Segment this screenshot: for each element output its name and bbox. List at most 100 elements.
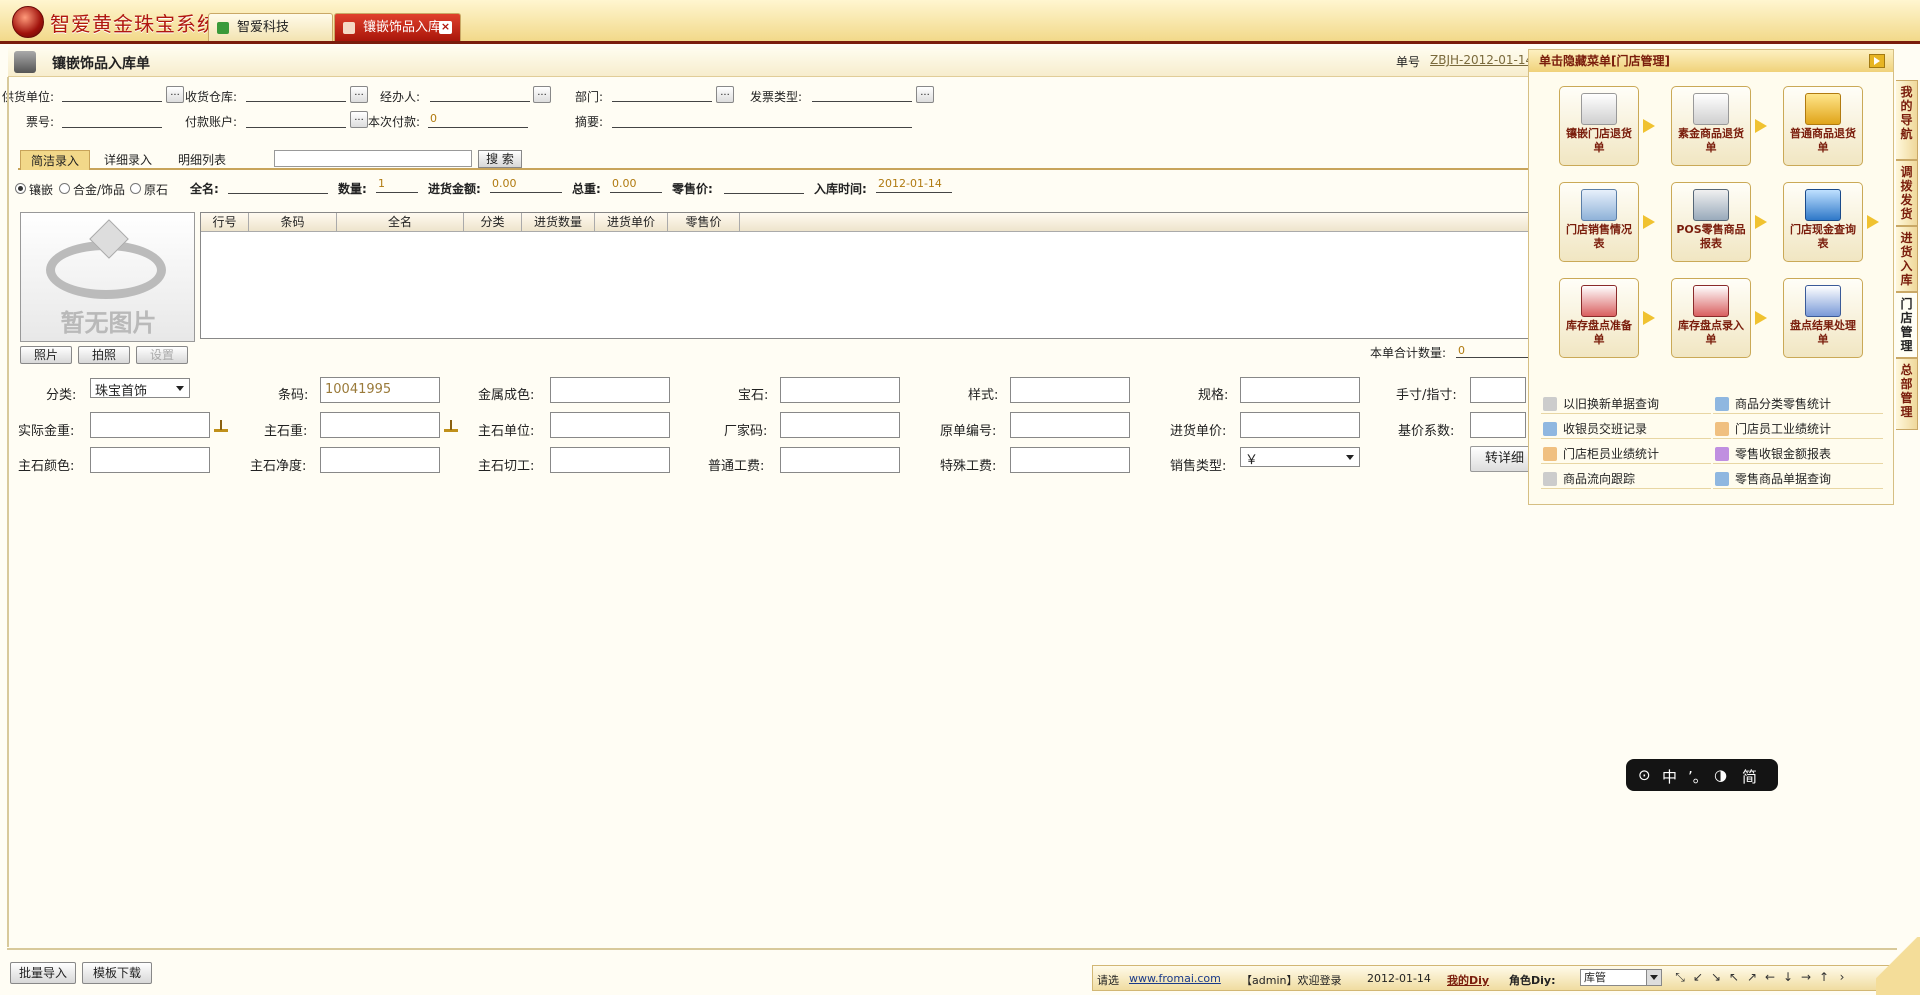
pay-account-browse-button[interactable]: ... (350, 111, 368, 128)
scale-icon[interactable] (444, 420, 458, 432)
link-counter-staff-performance[interactable]: 门店柜员业绩统计 (1541, 444, 1711, 464)
link-retail-doc-query[interactable]: 零售商品单据查询 (1713, 469, 1883, 489)
handler-browse-button[interactable]: ... (533, 86, 551, 103)
pay-now-input[interactable]: 0 (428, 112, 528, 128)
tab-detail-entry[interactable]: 详细录入 (94, 150, 162, 170)
sale-type-select[interactable]: ￥ (1240, 447, 1360, 468)
style-input[interactable] (1010, 377, 1130, 403)
gem-input[interactable] (780, 377, 900, 403)
link-store-staff-performance[interactable]: 门店员工业绩统计 (1713, 419, 1883, 439)
retail-input[interactable] (724, 178, 804, 194)
department-browse-button[interactable]: ... (716, 86, 734, 103)
my-diy-link[interactable]: 我的Diy (1447, 972, 1489, 988)
photo-button[interactable]: 照片 (20, 346, 72, 364)
normal-fee-input[interactable] (780, 447, 900, 473)
col-category[interactable]: 分类 (464, 213, 522, 232)
side-tab-stock-in[interactable]: 进货入库 (1896, 226, 1918, 292)
search-button[interactable]: 搜 索 (478, 150, 522, 168)
base-coeff-input[interactable] (1470, 412, 1526, 438)
department-input[interactable] (612, 86, 712, 102)
arrow-left-icon[interactable]: ← (1761, 968, 1779, 986)
arrow-down-left-icon[interactable]: ↙ (1689, 968, 1707, 986)
settings-button[interactable]: 设置 (136, 346, 188, 364)
radio-alloy[interactable] (59, 183, 70, 194)
barcode-input[interactable]: 10041995 (320, 377, 440, 403)
side-tab-hq-management[interactable]: 总部管理 (1896, 358, 1918, 430)
search-input[interactable] (274, 150, 472, 167)
ticket-no-input[interactable] (62, 112, 162, 128)
fullname-input[interactable] (228, 178, 328, 194)
summary-input[interactable] (612, 112, 912, 128)
main-stone-clarity-input[interactable] (320, 447, 440, 473)
main-stone-weight-input[interactable] (320, 412, 440, 438)
tile-store-sales-report[interactable]: 门店销售情况表 (1559, 182, 1639, 262)
radio-inlay[interactable] (15, 183, 26, 194)
pay-account-input[interactable] (246, 112, 346, 128)
link-goods-flow-tracking[interactable]: 商品流向跟踪 (1541, 469, 1711, 489)
side-tab-store-management[interactable]: 门店管理 (1896, 292, 1918, 358)
close-icon[interactable]: × (439, 21, 452, 34)
stock-time-input[interactable]: 2012-01-14 (876, 177, 952, 193)
actual-gold-input[interactable] (90, 412, 210, 438)
special-fee-input[interactable] (1010, 447, 1130, 473)
tile-normal-goods-return[interactable]: 普通商品退货单 (1783, 86, 1863, 166)
handler-input[interactable] (430, 86, 530, 102)
arrow-up-icon[interactable]: ↑ (1815, 968, 1833, 986)
next-icon[interactable]: › (1833, 968, 1851, 986)
supplier-browse-button[interactable]: ... (166, 86, 184, 103)
tile-pos-retail-report[interactable]: POS零售商品报表 (1671, 182, 1751, 262)
ime-halfwidth-icon[interactable]: ◑ (1714, 766, 1727, 784)
tile-plain-gold-return[interactable]: 素金商品退货单 (1671, 86, 1751, 166)
ime-chinese-label[interactable]: 中 (1662, 766, 1677, 787)
warehouse-input[interactable] (246, 86, 346, 102)
main-stone-unit-input[interactable] (550, 412, 670, 438)
scale-icon[interactable] (214, 420, 228, 432)
spec-input[interactable] (1240, 377, 1360, 403)
tile-store-cash-query[interactable]: 门店现金查询表 (1783, 182, 1863, 262)
website-link[interactable]: www.fromai.com (1129, 972, 1221, 985)
tile-inventory-result[interactable]: 盘点结果处理单 (1783, 278, 1863, 358)
batch-import-button[interactable]: 批量导入 (10, 962, 76, 984)
radio-rough-stone[interactable] (130, 183, 141, 194)
link-category-retail-stats[interactable]: 商品分类零售统计 (1713, 394, 1883, 414)
play-icon[interactable] (1869, 54, 1885, 68)
arrow-down-icon[interactable]: ↓ (1779, 968, 1797, 986)
tab-zhiai-tech[interactable]: 智爱科技 (208, 13, 333, 41)
tab-detail-list[interactable]: 明细列表 (168, 150, 236, 170)
amount-input[interactable]: 0.00 (490, 177, 562, 193)
template-download-button[interactable]: 模板下载 (82, 962, 152, 984)
col-purchase-qty[interactable]: 进货数量 (522, 213, 595, 232)
role-select[interactable]: 库管 (1580, 969, 1662, 986)
invoice-type-browse-button[interactable]: ... (916, 86, 934, 103)
arrow-up-left-icon[interactable]: ↖ (1725, 968, 1743, 986)
ring-size-input[interactable] (1470, 377, 1526, 403)
expand-icon[interactable]: ⤡ (1671, 968, 1689, 986)
metal-input[interactable] (550, 377, 670, 403)
main-stone-cut-input[interactable] (550, 447, 670, 473)
corner-tools[interactable] (1876, 937, 1920, 995)
col-barcode[interactable]: 条码 (249, 213, 337, 232)
purchase-price-input[interactable] (1240, 412, 1360, 438)
ime-simplified-label[interactable]: 简 (1742, 766, 1757, 787)
weight-input[interactable]: 0.00 (610, 177, 662, 193)
qty-input[interactable]: 1 (376, 177, 418, 193)
col-fullname[interactable]: 全名 (337, 213, 464, 232)
link-retail-cash-report[interactable]: 零售收银金额报表 (1713, 444, 1883, 464)
supplier-input[interactable] (62, 86, 162, 102)
link-cashier-shift[interactable]: 收银员交班记录 (1541, 419, 1711, 439)
ime-punct-icon[interactable]: ʼ。 (1688, 766, 1708, 787)
arrow-right-icon[interactable]: → (1797, 968, 1815, 986)
tile-inventory-entry[interactable]: 库存盘点录入单 (1671, 278, 1751, 358)
warehouse-browse-button[interactable]: ... (350, 86, 368, 103)
link-trade-in-query[interactable]: 以旧换新单据查询 (1541, 394, 1711, 414)
popup-title[interactable]: 单击隐藏菜单[门店管理] (1529, 50, 1893, 72)
tile-inlay-store-return[interactable]: 镶嵌门店退货单 (1559, 86, 1639, 166)
arrow-down-right-icon[interactable]: ↘ (1707, 968, 1725, 986)
category-select[interactable]: 珠宝首饰 (90, 378, 190, 399)
factory-code-input[interactable] (780, 412, 900, 438)
col-purchase-price[interactable]: 进货单价 (595, 213, 668, 232)
main-stone-color-input[interactable] (90, 447, 210, 473)
ime-toolbar[interactable]: ⊙ 中 ʼ。 ◑ 简 (1626, 759, 1778, 791)
invoice-type-input[interactable] (812, 86, 912, 102)
arrow-up-right-icon[interactable]: ↗ (1743, 968, 1761, 986)
